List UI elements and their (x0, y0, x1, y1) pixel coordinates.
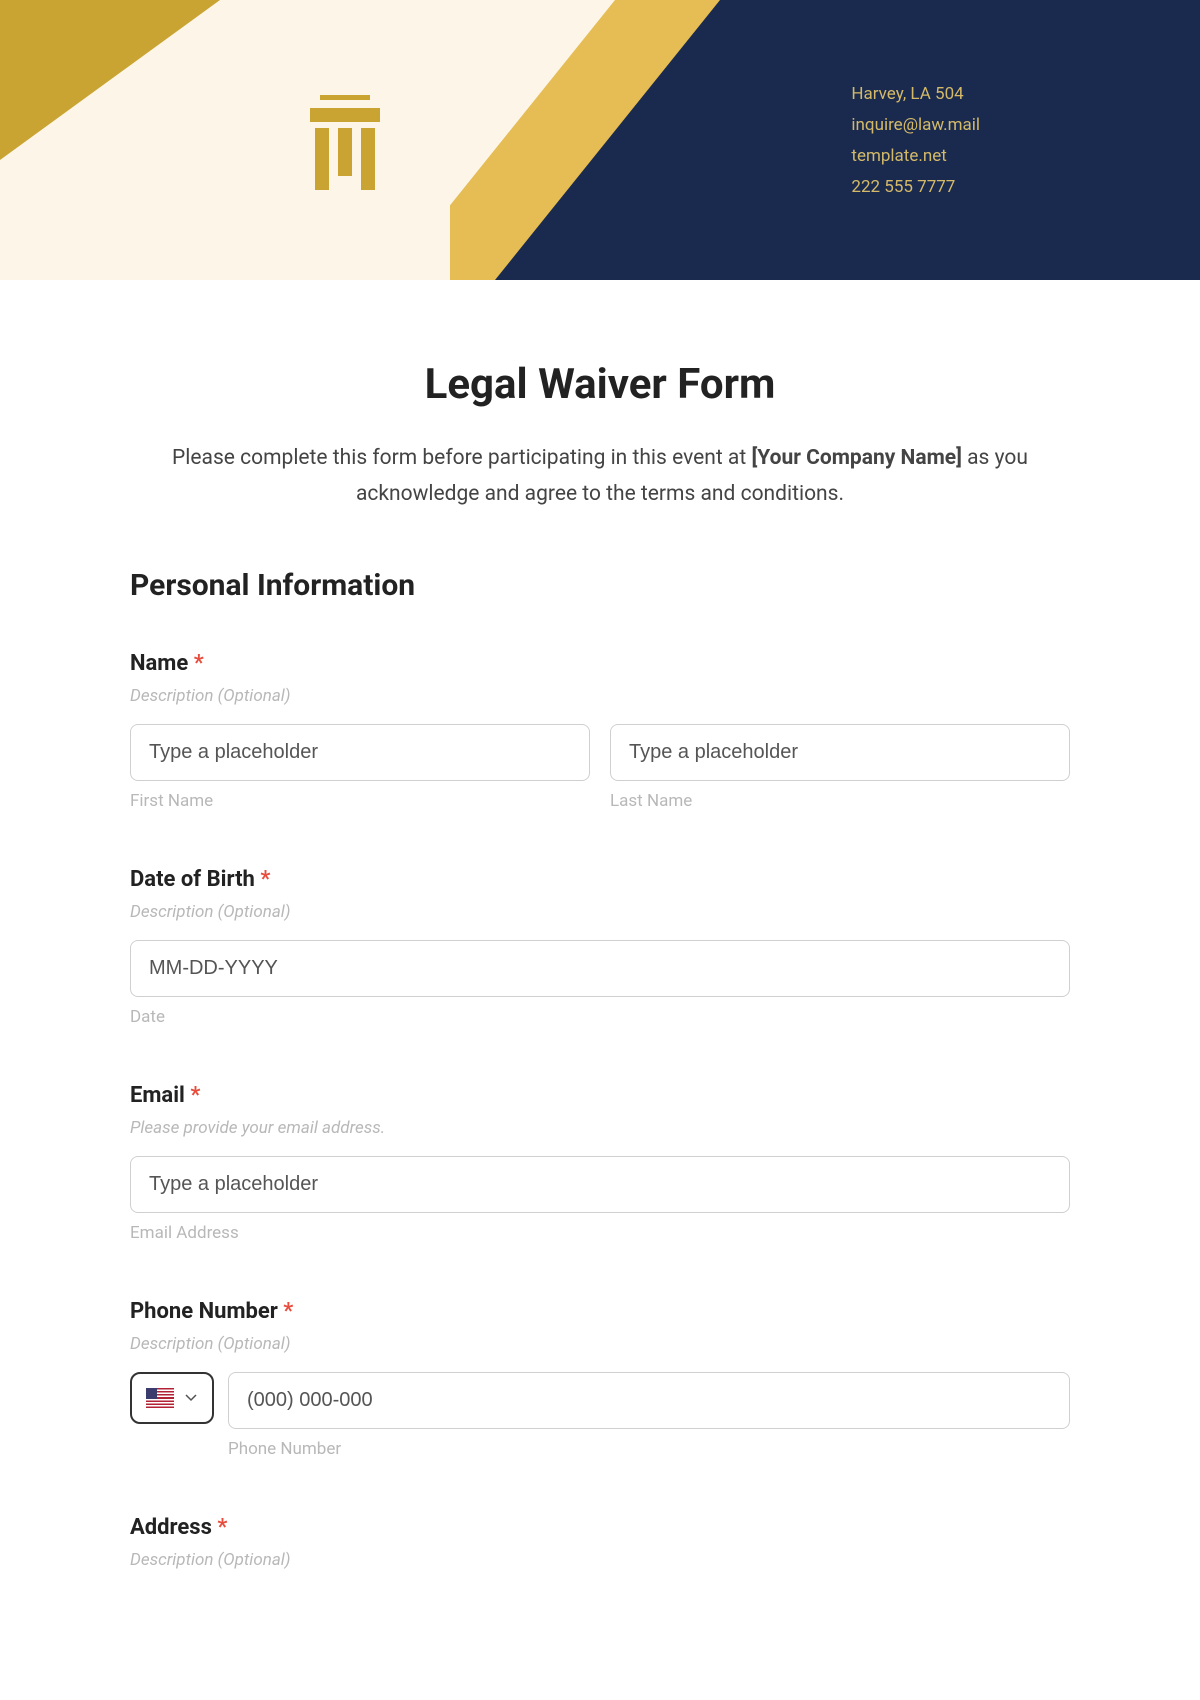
required-asterisk: * (194, 651, 204, 676)
email-description: Please provide your email address. (130, 1118, 1070, 1138)
field-group-dob: Date of Birth * Description (Optional) D… (130, 867, 1070, 1027)
email-label-text: Email (130, 1083, 185, 1108)
header-banner: Harvey, LA 504 inquire@law.mail template… (0, 0, 1200, 280)
decorative-triangle-left (0, 0, 220, 160)
contact-phone: 222 555 7777 (851, 173, 980, 202)
last-name-sublabel: Last Name (610, 791, 1070, 811)
intro-prefix: Please complete this form before partici… (172, 446, 751, 470)
dob-input[interactable] (130, 940, 1070, 997)
contact-website: template.net (851, 142, 980, 171)
phone-description: Description (Optional) (130, 1334, 1070, 1354)
field-group-phone: Phone Number * Description (Optional) Ph… (130, 1299, 1070, 1459)
address-label: Address * (130, 1515, 1070, 1540)
last-name-input[interactable] (610, 724, 1070, 781)
name-label-text: Name (130, 651, 188, 676)
address-label-text: Address (130, 1515, 212, 1540)
required-asterisk: * (260, 867, 270, 892)
field-group-address: Address * Description (Optional) (130, 1515, 1070, 1570)
dob-label: Date of Birth * (130, 867, 1070, 892)
required-asterisk: * (217, 1515, 227, 1540)
field-group-email: Email * Please provide your email addres… (130, 1083, 1070, 1243)
address-description: Description (Optional) (130, 1550, 1070, 1570)
first-name-sublabel: First Name (130, 791, 590, 811)
company-name-placeholder: [Your Company Name] (751, 446, 961, 470)
contact-email: inquire@law.mail (851, 111, 980, 140)
name-label: Name * (130, 651, 1070, 676)
phone-label: Phone Number * (130, 1299, 1070, 1324)
email-sublabel: Email Address (130, 1223, 1070, 1243)
contact-info: Harvey, LA 504 inquire@law.mail template… (851, 80, 980, 204)
required-asterisk: * (190, 1083, 200, 1108)
phone-sublabel: Phone Number (228, 1439, 1070, 1459)
chevron-down-icon (184, 1391, 198, 1405)
section-heading-personal: Personal Information (130, 568, 1070, 603)
first-name-input[interactable] (130, 724, 590, 781)
email-label: Email * (130, 1083, 1070, 1108)
dob-sublabel: Date (130, 1007, 1070, 1027)
email-input[interactable] (130, 1156, 1070, 1213)
contact-address: Harvey, LA 504 (851, 80, 980, 109)
form-container: Legal Waiver Form Please complete this f… (0, 280, 1200, 1686)
country-code-select[interactable] (130, 1372, 214, 1424)
phone-input[interactable] (228, 1372, 1070, 1429)
dob-description: Description (Optional) (130, 902, 1070, 922)
form-intro: Please complete this form before partici… (130, 441, 1070, 512)
field-group-name: Name * Description (Optional) First Name… (130, 651, 1070, 811)
us-flag-icon (146, 1388, 174, 1408)
name-description: Description (Optional) (130, 686, 1070, 706)
phone-label-text: Phone Number (130, 1299, 278, 1324)
form-title: Legal Waiver Form (130, 360, 1070, 409)
dob-label-text: Date of Birth (130, 867, 255, 892)
logo-icon (290, 85, 400, 205)
required-asterisk: * (283, 1299, 293, 1324)
